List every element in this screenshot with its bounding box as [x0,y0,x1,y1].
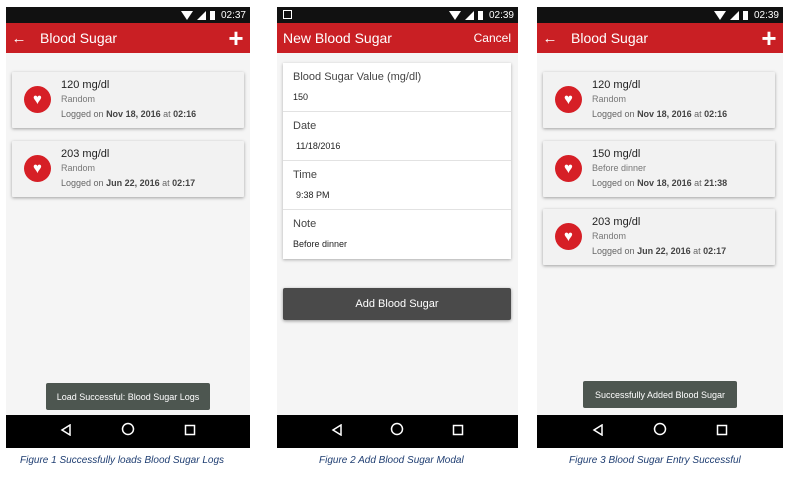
nav-recent-icon[interactable] [184,423,196,441]
nav-home-icon[interactable] [390,422,404,441]
log-tag: Random [592,94,627,104]
heart-icon: ♥ [24,86,51,113]
log-value: 120 mg/dl [592,79,641,91]
nav-bar [277,415,518,448]
signal-icon [196,10,206,20]
page-title: Blood Sugar [571,30,649,46]
blood-sugar-value-field[interactable]: Blood Sugar Value (mg/dl) 150 [283,63,511,112]
blood-sugar-value-input[interactable]: 150 [293,92,493,102]
nav-back-icon[interactable] [60,423,72,441]
log-timestamp: Logged on Nov 18, 2016 at 21:38 [592,178,728,188]
field-label: Blood Sugar Value (mg/dl) [293,71,422,83]
status-bar: 02:39 [537,7,783,23]
phone-screen-2: 02:39 New Blood Sugar Cancel Blood Sugar… [277,7,518,448]
nav-bar [537,415,783,448]
nav-home-icon[interactable] [121,422,135,441]
status-time: 02:37 [220,9,246,21]
signal-icon [464,10,474,20]
log-card[interactable]: ♥ 120 mg/dl Random Logged on Nov 18, 201… [543,72,775,128]
back-arrow-icon[interactable]: ← [6,30,32,47]
figure-caption-1: Figure 1 Successfully loads Blood Sugar … [20,455,225,466]
signal-icon [729,10,739,20]
note-input[interactable]: Before dinner [293,239,493,249]
figure-caption-2: Figure 2 Add Blood Sugar Modal [319,455,464,466]
add-icon[interactable]: + [222,25,250,51]
battery-icon [477,10,483,20]
field-label: Time [293,169,318,181]
nav-bar [6,415,250,448]
heart-icon: ♥ [555,155,582,182]
toast-message: Successfully Added Blood Sugar [583,381,737,408]
nav-back-icon[interactable] [592,423,604,441]
log-tag: Random [61,94,96,104]
status-time: 02:39 [753,9,779,21]
phone-screen-1: 02:37 ← Blood Sugar + ♥ 120 mg/dl Random… [6,7,250,448]
back-arrow-icon[interactable]: ← [537,30,563,47]
log-timestamp: Logged on Jun 22, 2016 at 02:17 [592,246,727,256]
status-time: 02:39 [488,9,514,21]
wifi-icon [180,10,193,20]
app-bar: New Blood Sugar Cancel [277,23,518,53]
date-field[interactable]: Date 11/18/2016 [283,112,511,161]
page-title: Blood Sugar [40,30,118,46]
image-notification-icon [283,10,292,19]
time-field[interactable]: Time 9:38 PM [283,161,511,210]
nav-home-icon[interactable] [653,422,667,441]
cancel-button[interactable]: Cancel [474,31,518,45]
wifi-icon [448,10,461,20]
nav-back-icon[interactable] [331,423,343,441]
field-label: Date [293,120,317,132]
field-label: Note [293,218,317,230]
log-card[interactable]: ♥ 120 mg/dl Random Logged on Nov 18, 201… [12,72,244,128]
figure-caption-3: Figure 3 Blood Sugar Entry Successful [569,455,741,466]
status-bar: 02:39 [277,7,518,23]
heart-icon: ♥ [555,223,582,250]
log-timestamp: Logged on Nov 18, 2016 at 02:16 [592,109,728,119]
log-tag: Random [592,231,627,241]
log-tag: Before dinner [592,163,647,173]
heart-icon: ♥ [555,86,582,113]
log-card[interactable]: ♥ 203 mg/dl Random Logged on Jun 22, 201… [12,141,244,197]
date-input[interactable]: 11/18/2016 [296,141,496,151]
app-bar: ← Blood Sugar + [537,23,783,53]
log-tag: Random [61,163,96,173]
battery-icon [742,10,748,20]
heart-icon: ♥ [24,155,51,182]
battery-icon [209,10,215,20]
phone-screen-3: 02:39 ← Blood Sugar + ♥ 120 mg/dl Random… [537,7,783,448]
log-card[interactable]: ♥ 203 mg/dl Random Logged on Jun 22, 201… [543,209,775,265]
add-icon[interactable]: + [755,25,783,51]
note-field[interactable]: Note Before dinner [283,210,511,259]
time-input[interactable]: 9:38 PM [296,190,496,200]
log-value: 203 mg/dl [61,148,110,160]
nav-recent-icon[interactable] [716,423,728,441]
log-value: 150 mg/dl [592,148,641,160]
wifi-icon [713,10,726,20]
toast-message: Load Successful: Blood Sugar Logs [46,383,210,410]
log-value: 203 mg/dl [592,216,641,228]
add-blood-sugar-button[interactable]: Add Blood Sugar [283,288,511,320]
log-card[interactable]: ♥ 150 mg/dl Before dinner Logged on Nov … [543,141,775,197]
log-timestamp: Logged on Jun 22, 2016 at 02:17 [61,178,196,188]
nav-recent-icon[interactable] [452,423,464,441]
status-bar: 02:37 [6,7,250,23]
page-title: New Blood Sugar [283,30,392,46]
blood-sugar-form: Blood Sugar Value (mg/dl) 150 Date 11/18… [283,63,511,259]
log-timestamp: Logged on Nov 18, 2016 at 02:16 [61,109,197,119]
log-value: 120 mg/dl [61,79,110,91]
app-bar: ← Blood Sugar + [6,23,250,53]
